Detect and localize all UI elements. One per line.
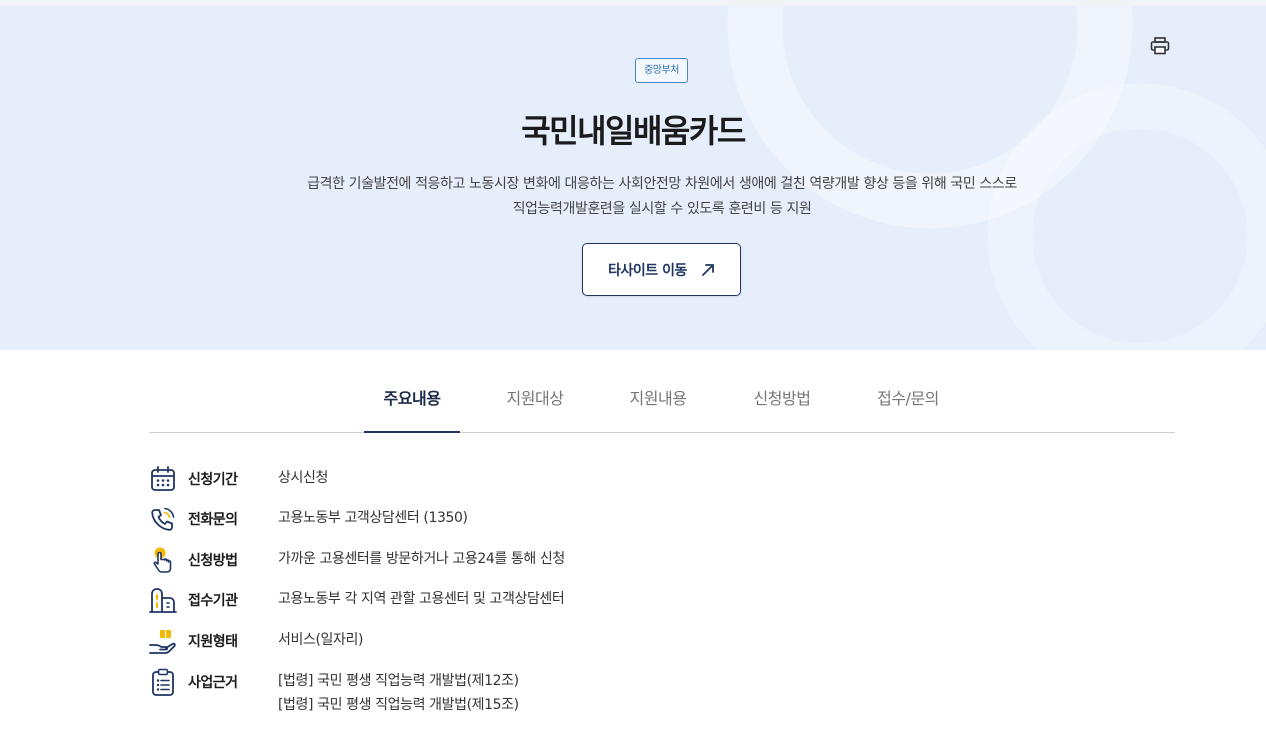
detail-row-application-method: 신청방법 가까운 고용센터를 방문하거나 고용24를 통해 신청 (149, 544, 1175, 578)
print-button[interactable] (1146, 32, 1174, 60)
tab-benefits[interactable]: 지원내용 (612, 375, 704, 433)
detail-label: 신청기간 (188, 472, 238, 488)
detail-value: 서비스(일자리) (278, 631, 363, 649)
detail-value: 고용노동부 고객상담센터 (1350) (278, 509, 468, 527)
detail-value: 상시신청 (278, 469, 328, 487)
hand-giving-icon (149, 630, 176, 654)
description-line: 직업능력개발훈련을 실시할 수 있도록 훈련비 등 지원 (512, 201, 812, 217)
external-site-button[interactable]: 타사이트 이동 (582, 243, 741, 296)
hand-pointer-icon (153, 547, 172, 573)
external-site-button-label: 타사이트 이동 (608, 262, 687, 279)
arrow-up-right-icon (701, 263, 714, 276)
detail-label: 접수기관 (188, 593, 238, 609)
category-badge: 중앙부처 (635, 58, 688, 83)
detail-row-legal-basis: 사업근거 [법령] 국민 평생 직업능력 개발법(제12조) [법령] 국민 평… (149, 666, 1175, 722)
detail-value-line: 고용노동부 각 지역 관할 고용센터 및 고객상담센터 (278, 591, 565, 607)
detail-value-line: 가까운 고용센터를 방문하거나 고용24를 통해 신청 (278, 551, 565, 567)
detail-label: 지원형태 (188, 634, 238, 650)
detail-value: 가까운 고용센터를 방문하거나 고용24를 통해 신청 (278, 550, 565, 568)
building-icon (149, 588, 177, 613)
detail-value: 고용노동부 각 지역 관할 고용센터 및 고객상담센터 (278, 590, 565, 608)
tab-application-method[interactable]: 신청방법 (736, 375, 828, 433)
detail-label: 신청방법 (188, 553, 238, 569)
detail-row-receiving-agency: 접수기관 고용노동부 각 지역 관할 고용센터 및 고객상담센터 (149, 584, 1175, 618)
detail-value-line: [법령] 국민 평생 직업능력 개발법(제15조) (278, 697, 519, 713)
content-tabs: 주요내용 지원대상 지원내용 신청방법 접수/문의 (149, 375, 1175, 433)
tab-contact[interactable]: 접수/문의 (860, 375, 956, 433)
detail-value-line: [법령] 국민 평생 직업능력 개발법(제12조) (278, 673, 519, 689)
phone-icon (151, 507, 175, 531)
page-description: 급격한 기술발전에 적응하고 노동시장 변화에 대응하는 사회안전망 차원에서 … (233, 172, 1091, 222)
detail-value-line: 고용노동부 고객상담센터 (1350) (278, 510, 468, 526)
page-title: 국민내일배움카드 (521, 112, 746, 150)
detail-value: [법령] 국민 평생 직업능력 개발법(제12조) [법령] 국민 평생 직업능… (278, 672, 519, 714)
detail-label: 사업근거 (188, 675, 238, 691)
calendar-icon (151, 466, 175, 491)
clipboard-list-icon (152, 668, 174, 696)
printer-icon (1150, 37, 1170, 55)
tab-main-content[interactable]: 주요내용 (364, 375, 460, 433)
tab-eligibility[interactable]: 지원대상 (489, 375, 581, 433)
detail-row-support-type: 지원형태 서비스(일자리) (149, 625, 1175, 659)
description-line: 급격한 기술발전에 적응하고 노동시장 변화에 대응하는 사회안전망 차원에서 … (307, 176, 1017, 192)
hero-banner: 중앙부처 국민내일배움카드 급격한 기술발전에 적응하고 노동시장 변화에 대응… (0, 6, 1266, 350)
detail-row-application-period: 신청기간 상시신청 (149, 463, 1175, 497)
detail-label: 전화문의 (188, 512, 238, 528)
detail-value-line: 상시신청 (278, 470, 328, 486)
detail-row-phone-inquiry: 전화문의 고용노동부 고객상담센터 (1350) (149, 503, 1175, 537)
detail-value-line: 서비스(일자리) (278, 632, 364, 648)
